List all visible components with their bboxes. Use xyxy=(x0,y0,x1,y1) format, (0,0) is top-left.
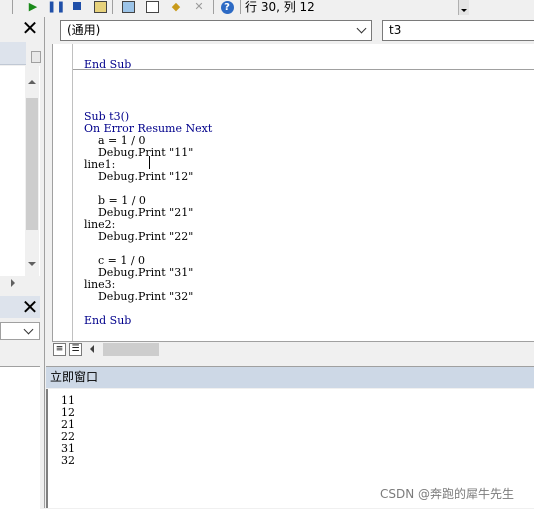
cursor-position-text: 行 30, 列 12 xyxy=(245,0,315,14)
procedure-combo[interactable]: t3 xyxy=(382,20,534,41)
immediate-window-title: 立即窗口 xyxy=(46,366,534,388)
project-tree[interactable] xyxy=(0,66,40,276)
project-tree-scrollbar[interactable] xyxy=(25,66,39,276)
project-explorer-close-icon[interactable]: ✕ xyxy=(21,18,39,38)
toolbar-separator xyxy=(12,0,13,14)
scroll-thumb[interactable] xyxy=(26,98,38,230)
scroll-left-icon[interactable] xyxy=(90,345,94,353)
pane-splitter[interactable] xyxy=(44,17,45,508)
code-window-footer: ≡ ☰ xyxy=(52,341,534,359)
procedure-separator xyxy=(73,69,534,70)
project-explorer-icon[interactable] xyxy=(121,0,135,13)
help-icon[interactable]: ? xyxy=(220,0,234,14)
toolbar-options-dropdown[interactable] xyxy=(458,0,469,15)
standard-toolbar: ▶ ❚❚ ◆ ✕ ? 行 30, 列 12 xyxy=(0,0,534,15)
code-line: Debug.Print "32" xyxy=(84,290,194,303)
run-icon[interactable]: ▶ xyxy=(26,0,40,13)
code-margin-indicator-bar xyxy=(72,44,73,341)
toolbar-separator xyxy=(112,0,113,14)
full-module-view-button[interactable]: ☰ xyxy=(69,343,82,356)
toolbar-separator xyxy=(240,0,241,14)
code-line: Debug.Print "22" xyxy=(84,230,194,243)
code-line: Debug.Print "12" xyxy=(84,170,194,183)
project-explorer-header: ✕ xyxy=(0,17,40,40)
scroll-down-icon[interactable] xyxy=(28,262,36,266)
code-line: End Sub xyxy=(84,314,132,327)
horizontal-scroll-thumb[interactable] xyxy=(103,343,159,356)
watermark: CSDN @奔跑的犀牛先生 xyxy=(380,487,515,501)
text-cursor xyxy=(149,156,150,169)
toolbox-icon[interactable]: ✕ xyxy=(192,0,206,13)
properties-list[interactable] xyxy=(0,366,40,509)
design-mode-icon[interactable] xyxy=(93,0,107,13)
output-line: 32 xyxy=(61,454,75,467)
stop-icon[interactable] xyxy=(70,0,84,13)
properties-header: ✕ xyxy=(0,296,40,318)
chevron-down-icon xyxy=(23,324,34,335)
chevron-down-icon xyxy=(356,23,367,34)
properties-close-icon[interactable]: ✕ xyxy=(21,297,39,317)
object-combo[interactable]: (通用) xyxy=(60,20,372,41)
project-explorer-toolbar xyxy=(0,42,26,65)
object-browser-icon[interactable]: ◆ xyxy=(169,0,183,13)
object-combo-value: (通用) xyxy=(67,23,101,37)
project-explorer-scroll-button[interactable] xyxy=(31,51,41,63)
procedure-view-button[interactable]: ≡ xyxy=(53,343,66,356)
scroll-up-icon[interactable] xyxy=(28,80,36,84)
properties-object-combo[interactable] xyxy=(0,322,40,340)
project-tree-hscrollbar[interactable] xyxy=(0,276,40,290)
toolbar-separator xyxy=(213,0,214,14)
procedure-combo-value: t3 xyxy=(389,23,402,37)
scroll-right-icon[interactable] xyxy=(11,279,15,287)
pause-icon[interactable]: ❚❚ xyxy=(47,0,65,13)
properties-icon[interactable] xyxy=(145,0,159,13)
